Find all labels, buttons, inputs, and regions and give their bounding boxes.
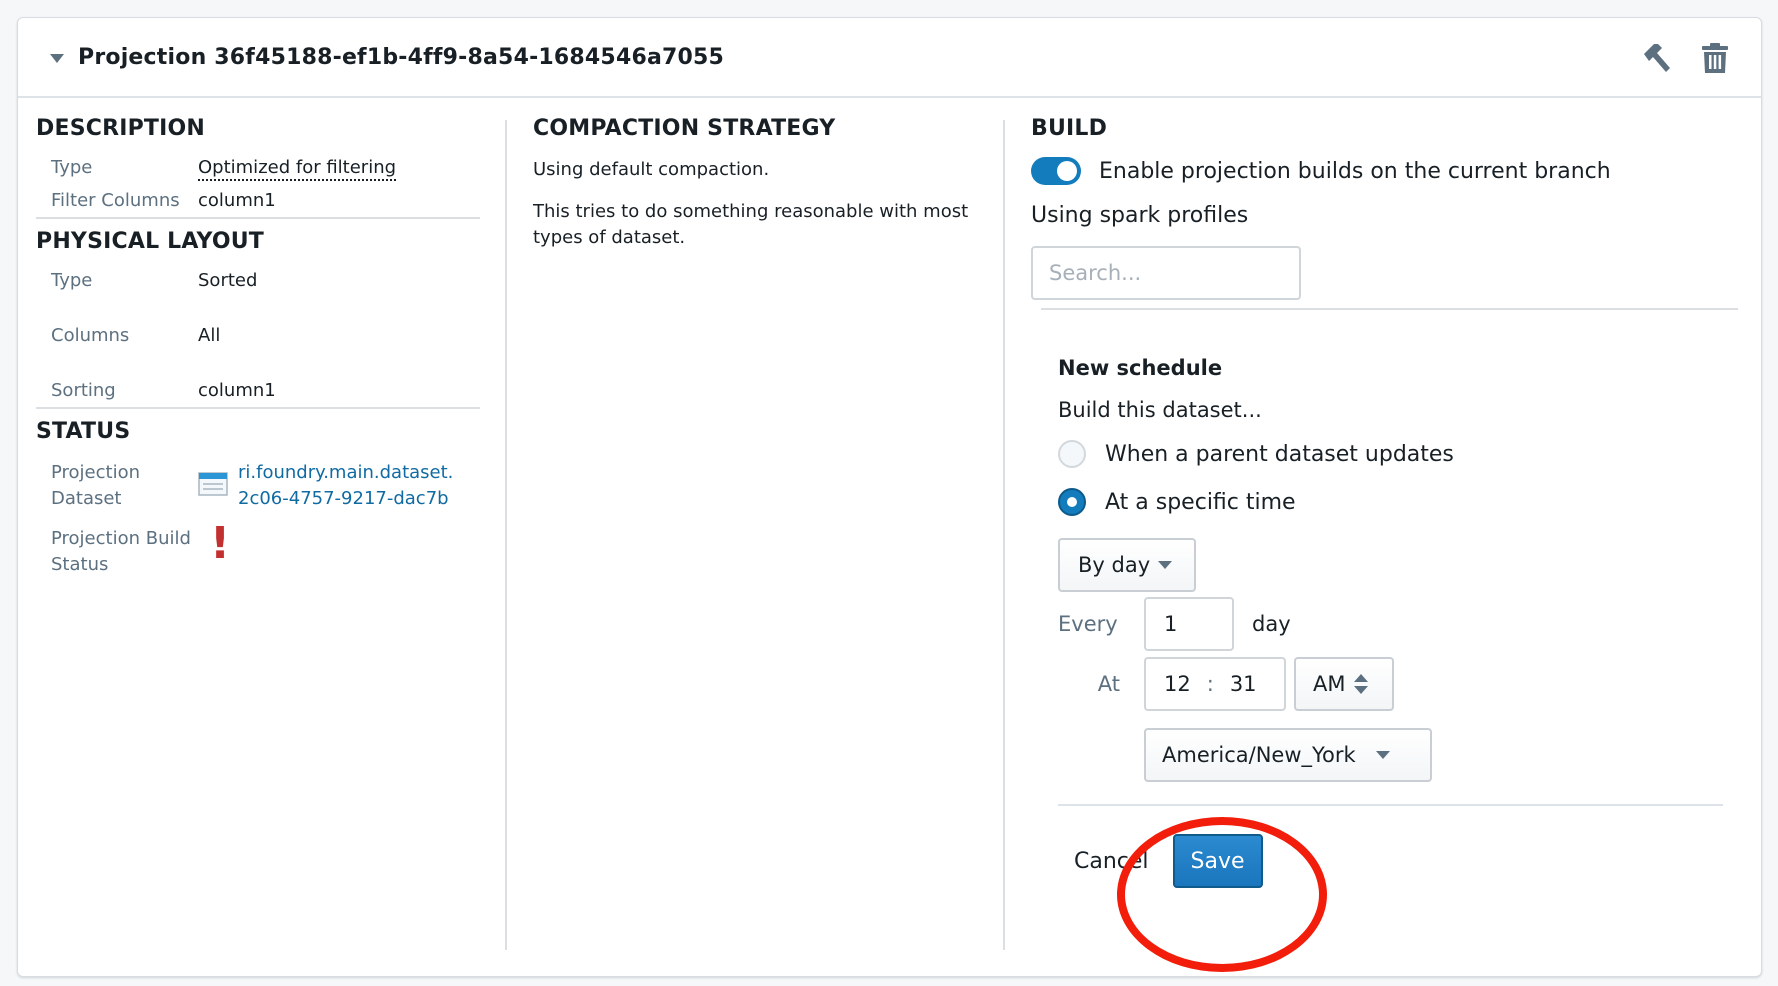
projection-title: Projection 36f45188-ef1b-4ff9-8a54-16845… — [78, 44, 725, 70]
timezone-select[interactable]: America/New_York — [1144, 728, 1432, 782]
every-label: Every — [1058, 612, 1118, 636]
divider — [36, 407, 480, 409]
collapse-caret-icon[interactable] — [50, 53, 64, 63]
option-parent-updates[interactable]: When a parent dataset updates — [1058, 440, 1761, 468]
dataset-icon — [198, 472, 228, 496]
up-down-caret-icon — [1354, 674, 1369, 694]
dataset-link[interactable]: ri.foundry.main.dataset. — [238, 460, 458, 486]
projection-panel: Projection 36f45188-ef1b-4ff9-8a54-16845… — [17, 17, 1762, 977]
frequency-value: By day — [1078, 553, 1151, 577]
schedule-subtitle: Build this dataset... — [1058, 398, 1262, 422]
description-type-value[interactable]: Optimized for filtering — [198, 157, 397, 181]
filter-columns-value: column1 — [198, 190, 276, 211]
panel-header: Projection 36f45188-ef1b-4ff9-8a54-16845… — [18, 18, 1761, 98]
layout-sorting-row: Sorting column1 — [36, 380, 496, 401]
dataset-link-continued[interactable]: 2c06-4757-9217-dac7b — [238, 486, 458, 512]
at-row: At 12 : 31 AM — [1058, 656, 1761, 712]
build-status-label: Projection Build Status — [36, 526, 198, 578]
build-button[interactable] — [1639, 40, 1675, 76]
compaction-title: COMPACTION STRATEGY — [533, 116, 836, 141]
layout-type-value: Sorted — [198, 270, 258, 291]
column-divider — [505, 120, 507, 950]
physical-layout-title: PHYSICAL LAYOUT — [36, 229, 265, 254]
divider — [36, 217, 480, 219]
label-line: Projection — [51, 462, 141, 483]
layout-columns-row: Columns All — [36, 325, 496, 346]
radio-parent-updates[interactable] — [1058, 440, 1086, 468]
hour-value[interactable]: 12 — [1164, 672, 1191, 696]
spark-profile-search-input[interactable] — [1031, 246, 1301, 300]
delete-button[interactable] — [1697, 40, 1733, 76]
form-actions: Cancel Save — [1058, 834, 1761, 888]
every-input[interactable]: 1 — [1144, 597, 1234, 651]
divider — [1041, 308, 1738, 310]
timezone-value: America/New_York — [1162, 743, 1356, 767]
time-input[interactable]: 12 : 31 — [1144, 657, 1286, 711]
description-type-row: Type Optimized for filtering — [36, 157, 496, 181]
compaction-summary: Using default compaction. — [533, 159, 770, 180]
enable-builds-toggle[interactable] — [1031, 157, 1081, 185]
label-line: Projection Build — [51, 528, 191, 549]
filter-columns-label: Filter Columns — [51, 190, 180, 211]
ampm-value: AM — [1313, 672, 1346, 696]
radio-specific-time[interactable] — [1058, 488, 1086, 516]
error-icon[interactable]: ! — [210, 522, 230, 578]
option-specific-time[interactable]: At a specific time — [1058, 488, 1761, 516]
hammer-icon — [1644, 44, 1670, 72]
every-row: Every 1 day — [1058, 596, 1761, 652]
schedule-editor: New schedule Build this dataset... When … — [1031, 356, 1761, 888]
compaction-column: COMPACTION STRATEGY Using default compac… — [533, 98, 1003, 251]
label-line: Status — [51, 554, 109, 575]
description-title: DESCRIPTION — [36, 116, 206, 141]
projection-dataset-row: Projection Dataset ri.foundry.main.datas… — [36, 460, 496, 512]
spark-profiles-label: Using spark profiles — [1031, 203, 1249, 228]
trash-icon — [1702, 43, 1728, 73]
save-button[interactable]: Save — [1172, 834, 1263, 888]
build-title: BUILD — [1031, 116, 1108, 141]
frequency-dropdown[interactable]: By day — [1058, 538, 1196, 592]
build-column: BUILD Enable projection builds on the cu… — [1031, 98, 1761, 888]
layout-columns-label: Columns — [51, 325, 130, 346]
minute-value[interactable]: 31 — [1230, 672, 1257, 696]
layout-type-label: Type — [51, 270, 93, 291]
description-type-label: Type — [51, 157, 93, 178]
ampm-select[interactable]: AM — [1294, 657, 1394, 711]
details-column: DESCRIPTION Type Optimized for filtering… — [36, 98, 496, 578]
at-label: At — [1097, 672, 1120, 696]
time-separator: : — [1206, 672, 1214, 696]
caret-down-icon — [1375, 751, 1390, 759]
enable-builds-label: Enable projection builds on the current … — [1099, 158, 1611, 184]
layout-sorting-label: Sorting — [51, 380, 116, 401]
option-label: At a specific time — [1105, 489, 1296, 515]
column-divider — [1003, 120, 1005, 950]
caret-down-icon — [1158, 561, 1173, 569]
label-line: Dataset — [51, 488, 122, 509]
layout-columns-value: All — [198, 325, 221, 346]
divider — [1058, 804, 1723, 806]
layout-sorting-value: column1 — [198, 380, 276, 401]
layout-type-row: Type Sorted — [36, 270, 496, 291]
projection-dataset-label: Projection Dataset — [36, 460, 198, 512]
filter-columns-row: Filter Columns column1 — [36, 190, 496, 211]
compaction-description: This tries to do something reasonable wi… — [533, 201, 969, 248]
every-unit: day — [1252, 612, 1291, 636]
cancel-button[interactable]: Cancel — [1074, 849, 1149, 874]
schedule-title: New schedule — [1058, 356, 1223, 380]
status-title: STATUS — [36, 419, 131, 444]
build-status-row: Projection Build Status ! — [36, 522, 496, 578]
option-label: When a parent dataset updates — [1105, 441, 1454, 467]
